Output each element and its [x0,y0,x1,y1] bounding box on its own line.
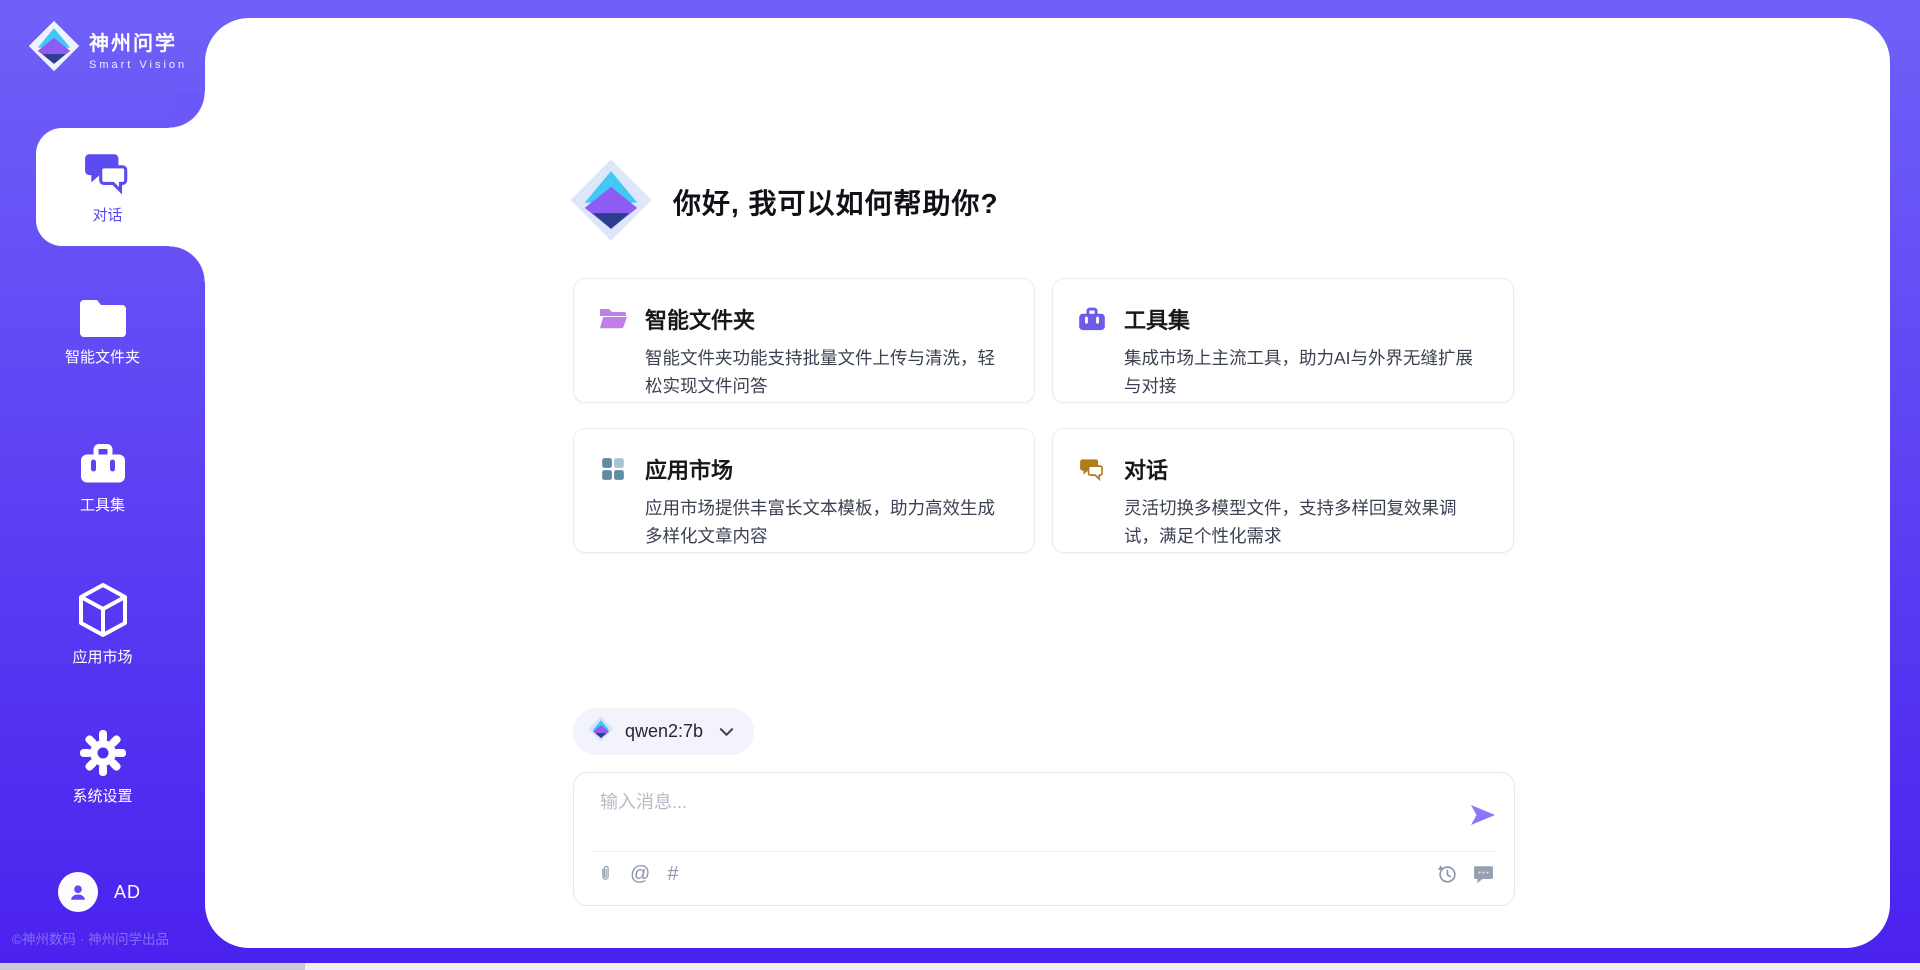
card-description: 应用市场提供丰富长文本模板，助力高效生成多样化文章内容 [645,494,1008,550]
greeting-row: 你好, 我可以如何帮助你? [569,160,999,244]
brand-subtitle: Smart Vision [89,59,187,71]
user-initials: AD [114,882,141,903]
composer-toolbar-left: @ # [598,863,678,885]
folder-icon [79,296,127,338]
sidebar-item-label: 工具集 [80,494,125,515]
card-toolset[interactable]: 工具集 集成市场上主流工具，助力AI与外界无缝扩展与对接 [1052,278,1514,403]
sidebar-item-label: 系统设置 [72,785,132,806]
message-composer: @ # [573,772,1515,906]
sidebar-item-toolset[interactable]: 工具集 [0,441,205,515]
chevron-down-icon [719,727,734,737]
cube-icon [77,582,129,638]
card-title: 工具集 [1124,303,1190,335]
grid-icon [598,456,628,482]
sidebar-item-smart-folder[interactable]: 智能文件夹 [0,296,205,367]
history-button[interactable] [1436,863,1458,885]
sidebar-item-label: 智能文件夹 [65,346,140,367]
card-chat[interactable]: 对话 灵活切换多模型文件，支持多样回复效果调试，满足个性化需求 [1052,428,1514,553]
history-icon [1436,863,1458,885]
paperclip-icon [598,863,613,885]
hashtag-button[interactable]: # [667,863,678,885]
send-button[interactable] [1470,803,1496,830]
sidebar-item-settings[interactable]: 系统设置 [0,729,205,806]
scrollbar-thumb[interactable] [0,963,305,970]
card-description: 集成市场上主流工具，助力AI与外界无缝扩展与对接 [1124,344,1487,400]
mention-button[interactable]: @ [630,863,650,885]
chat-bubble-button[interactable] [1473,864,1494,885]
chat-bubble-icon [1473,864,1494,885]
folder-open-icon [598,306,628,332]
card-description: 智能文件夹功能支持批量文件上传与清洗，轻松实现文件问答 [645,344,1008,400]
greeting-title: 你好, 我可以如何帮助你? [673,182,999,222]
gear-icon [79,729,127,777]
send-icon [1470,803,1496,827]
sidebar-item-label: 对话 [92,204,122,225]
chat-icon [1077,457,1107,482]
person-icon [67,881,89,903]
card-smart-folder[interactable]: 智能文件夹 智能文件夹功能支持批量文件上传与清洗，轻松实现文件问答 [573,278,1035,403]
main-content-panel: 你好, 我可以如何帮助你? 智能文件夹 智能文件夹功能支持批量文件上传与清洗，轻… [205,18,1890,948]
brand-logo-icon [28,20,80,77]
sidebar-item-chat[interactable]: 对话 [36,128,205,246]
attachment-button[interactable] [598,863,613,885]
message-input[interactable] [600,788,1440,840]
toolbox-icon [1077,306,1107,332]
model-logo-icon [588,716,614,747]
horizontal-scrollbar[interactable] [0,963,1920,970]
sidebar-item-label: 应用市场 [72,646,132,667]
card-title: 应用市场 [645,453,733,485]
card-title: 对话 [1124,453,1168,485]
brand: 神州问学 Smart Vision [28,20,187,77]
card-description: 灵活切换多模型文件，支持多样回复效果调试，满足个性化需求 [1124,494,1487,550]
model-selector[interactable]: qwen2:7b [573,708,754,755]
chat-icon [83,150,133,196]
app-logo-icon [569,158,653,247]
card-app-market[interactable]: 应用市场 应用市场提供丰富长文本模板，助力高效生成多样化文章内容 [573,428,1035,553]
feature-cards: 智能文件夹 智能文件夹功能支持批量文件上传与清洗，轻松实现文件问答 工具集 集成… [573,278,1514,553]
sidebar-footer: ©神州数码 · 神州问学出品 [12,928,204,948]
composer-divider [594,851,1494,852]
brand-name: 神州问学 [89,27,187,56]
sidebar-item-app-market[interactable]: 应用市场 [0,582,205,667]
composer-toolbar-right [1436,863,1494,885]
toolbox-icon [79,441,127,486]
user-profile[interactable]: AD [58,872,141,912]
model-name: qwen2:7b [625,721,703,742]
card-title: 智能文件夹 [645,303,755,335]
avatar [58,872,98,912]
